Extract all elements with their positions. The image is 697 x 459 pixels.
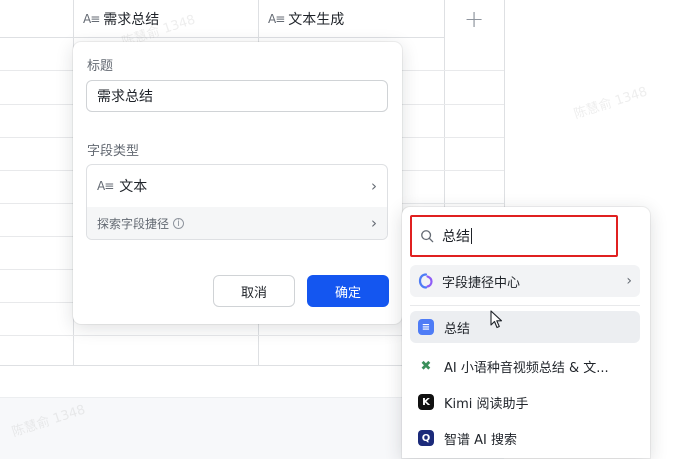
info-icon[interactable]: i: [173, 217, 185, 229]
shortcut-item-summary[interactable]: ≡ 总结: [410, 311, 640, 343]
add-column-button[interactable]: +: [444, 0, 504, 38]
ai-multilingual-icon: ✖: [418, 358, 434, 374]
kimi-icon: K: [418, 394, 434, 410]
text-field-icon: A≡: [97, 179, 114, 193]
column-header-requirement-summary[interactable]: A≡ 需求总结: [73, 0, 258, 38]
field-shortcut-center-link[interactable]: 字段捷径中心 ›: [410, 265, 640, 297]
field-shortcut-dropdown: 总结 字段捷径中心 › ≡ 总结 ✖ AI 小语种音视频总结 & 文... K …: [402, 207, 650, 458]
shortcut-item-zhipu[interactable]: Q 智谱 AI 搜索: [410, 422, 640, 454]
text-field-icon: A≡: [268, 11, 285, 26]
shortcut-item-label: 智谱 AI 搜索: [444, 432, 517, 448]
title-label: 标题: [87, 59, 114, 74]
confirm-button[interactable]: 确定: [307, 275, 389, 307]
shortcut-item-kimi[interactable]: K Kimi 阅读助手: [410, 386, 640, 418]
chevron-right-icon: ›: [371, 177, 377, 195]
zhipu-search-icon: Q: [418, 430, 434, 446]
grid-divider: [504, 0, 505, 210]
text-caret: [471, 228, 472, 244]
title-input[interactable]: [86, 80, 388, 112]
column-header-label: 需求总结: [103, 11, 160, 28]
summary-app-icon: ≡: [418, 319, 434, 335]
field-type-select[interactable]: A≡ 文本 ›: [87, 165, 387, 207]
column-header-label: 文本生成: [288, 11, 345, 28]
divider: [410, 305, 640, 306]
field-type-value: 文本: [119, 179, 148, 195]
shortcut-item-label: Kimi 阅读助手: [444, 396, 529, 412]
mouse-pointer-icon: [490, 310, 503, 329]
text-field-icon: A≡: [83, 11, 100, 26]
column-header-blank[interactable]: [0, 0, 73, 38]
cancel-button[interactable]: 取消: [213, 275, 295, 307]
search-query: 总结: [442, 229, 470, 245]
search-icon: [421, 230, 434, 243]
shortcut-search-input[interactable]: 总结: [410, 215, 618, 257]
chevron-right-icon: ›: [626, 273, 632, 289]
shortcut-item-label: AI 小语种音视频总结 & 文...: [444, 360, 609, 376]
shortcut-center-icon: [418, 273, 433, 289]
field-config-popup: 标题 字段类型 A≡ 文本 › 探索字段捷径 i › 取消 确定: [73, 42, 402, 324]
column-header-text-generation[interactable]: A≡ 文本生成: [258, 0, 444, 38]
explore-shortcuts-label: 探索字段捷径: [97, 216, 170, 231]
shortcut-item-label: 总结: [444, 321, 471, 337]
field-type-label: 字段类型: [87, 144, 140, 159]
explore-field-shortcuts[interactable]: 探索字段捷径 i ›: [87, 207, 387, 239]
shortcut-item-ai-multilingual[interactable]: ✖ AI 小语种音视频总结 & 文...: [410, 350, 640, 382]
field-type-selector: A≡ 文本 › 探索字段捷径 i ›: [86, 164, 388, 240]
shortcut-center-label: 字段捷径中心: [442, 275, 521, 291]
chevron-right-icon: ›: [371, 214, 377, 232]
